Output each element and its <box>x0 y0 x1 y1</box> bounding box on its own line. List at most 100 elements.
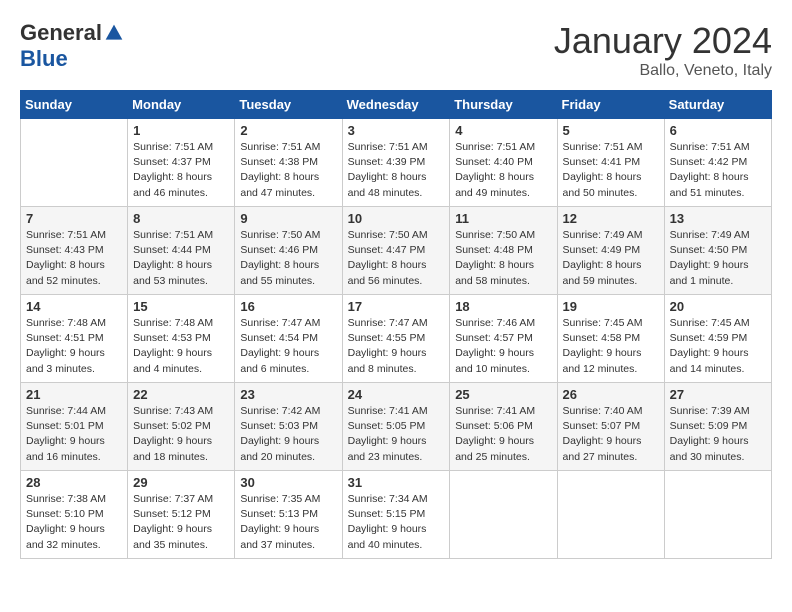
day-number: 30 <box>240 475 336 490</box>
calendar-cell <box>450 471 557 559</box>
calendar-week-5: 28 Sunrise: 7:38 AM Sunset: 5:10 PM Dayli… <box>21 471 772 559</box>
calendar-cell: 29 Sunrise: 7:37 AM Sunset: 5:12 PM Dayli… <box>128 471 235 559</box>
day-number: 26 <box>563 387 659 402</box>
day-info: Sunrise: 7:51 AM Sunset: 4:43 PM Dayligh… <box>26 228 122 289</box>
day-info: Sunrise: 7:50 AM Sunset: 4:46 PM Dayligh… <box>240 228 336 289</box>
day-number: 13 <box>670 211 766 226</box>
day-info: Sunrise: 7:46 AM Sunset: 4:57 PM Dayligh… <box>455 316 551 377</box>
day-info: Sunrise: 7:35 AM Sunset: 5:13 PM Dayligh… <box>240 492 336 553</box>
day-info: Sunrise: 7:51 AM Sunset: 4:38 PM Dayligh… <box>240 140 336 201</box>
calendar-cell: 11 Sunrise: 7:50 AM Sunset: 4:48 PM Dayli… <box>450 207 557 295</box>
logo: General Blue <box>20 20 124 72</box>
day-number: 21 <box>26 387 122 402</box>
calendar-cell: 3 Sunrise: 7:51 AM Sunset: 4:39 PM Daylig… <box>342 119 450 207</box>
calendar-cell: 18 Sunrise: 7:46 AM Sunset: 4:57 PM Dayli… <box>450 295 557 383</box>
day-info: Sunrise: 7:38 AM Sunset: 5:10 PM Dayligh… <box>26 492 122 553</box>
calendar-cell: 30 Sunrise: 7:35 AM Sunset: 5:13 PM Dayli… <box>235 471 342 559</box>
day-number: 11 <box>455 211 551 226</box>
calendar-header-row: SundayMondayTuesdayWednesdayThursdayFrid… <box>21 91 772 119</box>
day-number: 27 <box>670 387 766 402</box>
calendar-cell: 20 Sunrise: 7:45 AM Sunset: 4:59 PM Dayli… <box>664 295 771 383</box>
calendar-cell: 6Sunrise: 7:51 AM Sunset: 4:42 PM Daylig… <box>664 119 771 207</box>
day-info: Sunrise: 7:34 AM Sunset: 5:15 PM Dayligh… <box>348 492 445 553</box>
weekday-header-tuesday: Tuesday <box>235 91 342 119</box>
day-info: Sunrise: 7:37 AM Sunset: 5:12 PM Dayligh… <box>133 492 229 553</box>
day-number: 3 <box>348 123 445 138</box>
day-info: Sunrise: 7:49 AM Sunset: 4:50 PM Dayligh… <box>670 228 766 289</box>
day-number: 19 <box>563 299 659 314</box>
location: Ballo, Veneto, Italy <box>554 62 772 80</box>
weekday-header-thursday: Thursday <box>450 91 557 119</box>
calendar-cell <box>557 471 664 559</box>
calendar-cell: 21Sunrise: 7:44 AM Sunset: 5:01 PM Dayli… <box>21 383 128 471</box>
day-number: 14 <box>26 299 122 314</box>
day-number: 9 <box>240 211 336 226</box>
calendar-cell: 16 Sunrise: 7:47 AM Sunset: 4:54 PM Dayli… <box>235 295 342 383</box>
day-number: 29 <box>133 475 229 490</box>
day-number: 23 <box>240 387 336 402</box>
calendar-cell: 17 Sunrise: 7:47 AM Sunset: 4:55 PM Dayli… <box>342 295 450 383</box>
day-number: 6 <box>670 123 766 138</box>
day-number: 25 <box>455 387 551 402</box>
day-number: 2 <box>240 123 336 138</box>
weekday-header-wednesday: Wednesday <box>342 91 450 119</box>
weekday-header-sunday: Sunday <box>21 91 128 119</box>
day-info: Sunrise: 7:50 AM Sunset: 4:48 PM Dayligh… <box>455 228 551 289</box>
calendar-week-3: 14Sunrise: 7:48 AM Sunset: 4:51 PM Dayli… <box>21 295 772 383</box>
calendar-cell: 22 Sunrise: 7:43 AM Sunset: 5:02 PM Dayli… <box>128 383 235 471</box>
month-title: January 2024 <box>554 20 772 62</box>
calendar-cell: 28 Sunrise: 7:38 AM Sunset: 5:10 PM Dayli… <box>21 471 128 559</box>
day-number: 28 <box>26 475 122 490</box>
day-number: 10 <box>348 211 445 226</box>
day-number: 20 <box>670 299 766 314</box>
calendar-cell: 4Sunrise: 7:51 AM Sunset: 4:40 PM Daylig… <box>450 119 557 207</box>
calendar-table: SundayMondayTuesdayWednesdayThursdayFrid… <box>20 90 772 559</box>
day-number: 16 <box>240 299 336 314</box>
calendar-cell: 8 Sunrise: 7:51 AM Sunset: 4:44 PM Daylig… <box>128 207 235 295</box>
day-number: 8 <box>133 211 229 226</box>
day-number: 17 <box>348 299 445 314</box>
day-info: Sunrise: 7:50 AM Sunset: 4:47 PM Dayligh… <box>348 228 445 289</box>
title-section: January 2024 Ballo, Veneto, Italy <box>554 20 772 80</box>
calendar-week-1: 1 Sunrise: 7:51 AM Sunset: 4:37 PM Daylig… <box>21 119 772 207</box>
weekday-header-friday: Friday <box>557 91 664 119</box>
day-number: 18 <box>455 299 551 314</box>
day-info: Sunrise: 7:47 AM Sunset: 4:55 PM Dayligh… <box>348 316 445 377</box>
day-info: Sunrise: 7:45 AM Sunset: 4:59 PM Dayligh… <box>670 316 766 377</box>
calendar-cell: 25Sunrise: 7:41 AM Sunset: 5:06 PM Dayli… <box>450 383 557 471</box>
day-info: Sunrise: 7:51 AM Sunset: 4:44 PM Dayligh… <box>133 228 229 289</box>
day-number: 12 <box>563 211 659 226</box>
calendar-cell <box>21 119 128 207</box>
day-info: Sunrise: 7:51 AM Sunset: 4:39 PM Dayligh… <box>348 140 445 201</box>
day-info: Sunrise: 7:43 AM Sunset: 5:02 PM Dayligh… <box>133 404 229 465</box>
day-info: Sunrise: 7:47 AM Sunset: 4:54 PM Dayligh… <box>240 316 336 377</box>
weekday-header-monday: Monday <box>128 91 235 119</box>
calendar-week-2: 7Sunrise: 7:51 AM Sunset: 4:43 PM Daylig… <box>21 207 772 295</box>
day-info: Sunrise: 7:41 AM Sunset: 5:05 PM Dayligh… <box>348 404 445 465</box>
day-info: Sunrise: 7:51 AM Sunset: 4:40 PM Dayligh… <box>455 140 551 201</box>
calendar-cell: 5Sunrise: 7:51 AM Sunset: 4:41 PM Daylig… <box>557 119 664 207</box>
logo-blue: Blue <box>20 46 68 72</box>
day-info: Sunrise: 7:51 AM Sunset: 4:37 PM Dayligh… <box>133 140 229 201</box>
calendar-week-4: 21Sunrise: 7:44 AM Sunset: 5:01 PM Dayli… <box>21 383 772 471</box>
day-number: 15 <box>133 299 229 314</box>
day-info: Sunrise: 7:40 AM Sunset: 5:07 PM Dayligh… <box>563 404 659 465</box>
day-info: Sunrise: 7:48 AM Sunset: 4:53 PM Dayligh… <box>133 316 229 377</box>
day-info: Sunrise: 7:45 AM Sunset: 4:58 PM Dayligh… <box>563 316 659 377</box>
calendar-cell: 7Sunrise: 7:51 AM Sunset: 4:43 PM Daylig… <box>21 207 128 295</box>
day-number: 5 <box>563 123 659 138</box>
weekday-header-saturday: Saturday <box>664 91 771 119</box>
calendar-cell: 10 Sunrise: 7:50 AM Sunset: 4:47 PM Dayli… <box>342 207 450 295</box>
day-number: 22 <box>133 387 229 402</box>
calendar-cell: 13 Sunrise: 7:49 AM Sunset: 4:50 PM Dayli… <box>664 207 771 295</box>
logo-general: General <box>20 20 102 46</box>
day-number: 1 <box>133 123 229 138</box>
day-info: Sunrise: 7:42 AM Sunset: 5:03 PM Dayligh… <box>240 404 336 465</box>
calendar-cell: 2 Sunrise: 7:51 AM Sunset: 4:38 PM Daylig… <box>235 119 342 207</box>
day-info: Sunrise: 7:49 AM Sunset: 4:49 PM Dayligh… <box>563 228 659 289</box>
page-header: General Blue January 2024 Ballo, Veneto,… <box>20 20 772 80</box>
day-info: Sunrise: 7:39 AM Sunset: 5:09 PM Dayligh… <box>670 404 766 465</box>
day-number: 31 <box>348 475 445 490</box>
calendar-cell: 23 Sunrise: 7:42 AM Sunset: 5:03 PM Dayli… <box>235 383 342 471</box>
calendar-cell: 1 Sunrise: 7:51 AM Sunset: 4:37 PM Daylig… <box>128 119 235 207</box>
